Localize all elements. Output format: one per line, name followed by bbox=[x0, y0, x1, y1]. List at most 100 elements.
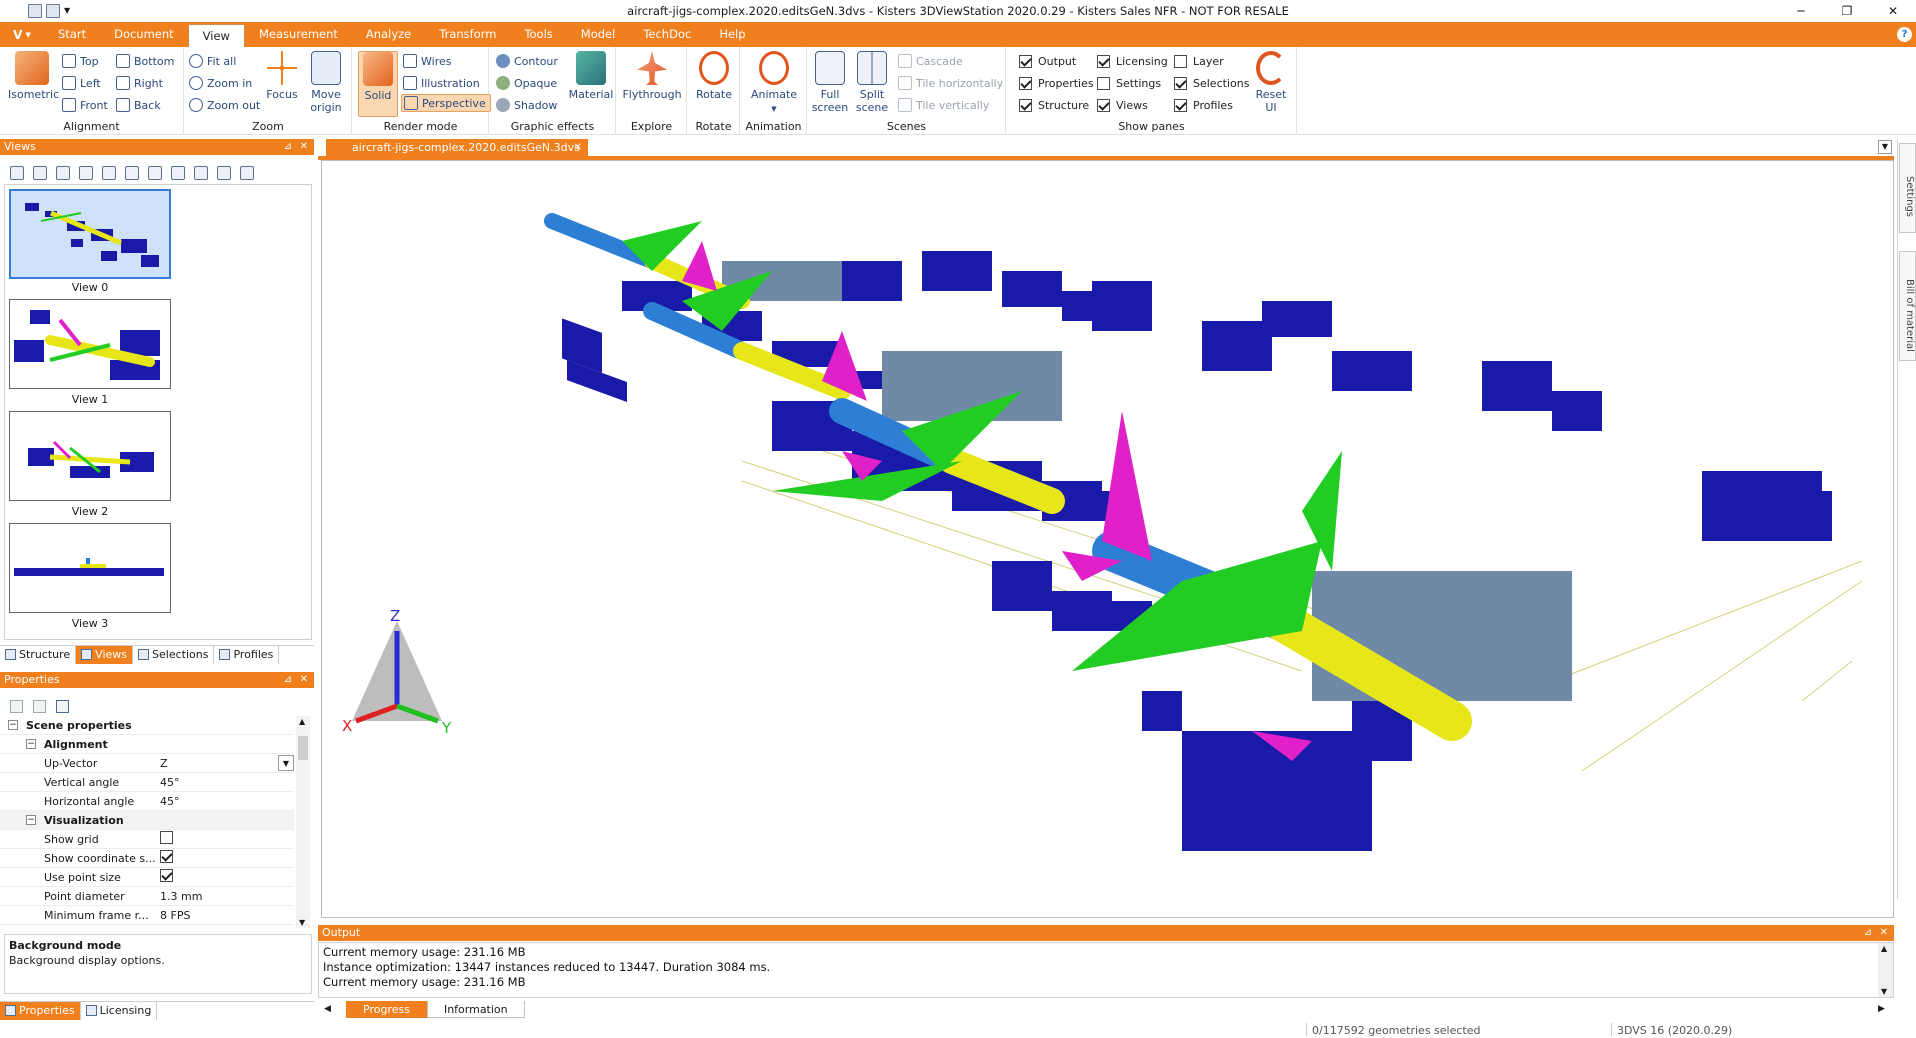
collapse-icon[interactable]: − bbox=[26, 815, 36, 825]
tab-view[interactable]: View bbox=[187, 24, 245, 47]
close-icon[interactable]: ✕ bbox=[300, 139, 308, 155]
pin-icon[interactable]: ⊿ bbox=[1864, 925, 1872, 941]
bill-of-material-side-tab[interactable]: Bill of material bbox=[1899, 251, 1916, 361]
top-view-button[interactable]: Top bbox=[62, 52, 99, 70]
views-checkbox[interactable]: Views bbox=[1097, 96, 1148, 114]
flythrough-button[interactable]: Flythrough bbox=[621, 51, 683, 101]
filter-icon[interactable] bbox=[56, 699, 69, 713]
tab-document[interactable]: Document bbox=[100, 22, 188, 47]
settings-checkbox[interactable]: Settings bbox=[1097, 74, 1161, 92]
left-view-button[interactable]: Left bbox=[62, 74, 101, 92]
right-view-button[interactable]: Right bbox=[116, 74, 163, 92]
licensing-checkbox[interactable]: Licensing bbox=[1097, 52, 1168, 70]
categorized-icon[interactable] bbox=[10, 699, 23, 713]
tabs-scroll-right-icon[interactable]: ▶ bbox=[1878, 1004, 1894, 1014]
tab-tools[interactable]: Tools bbox=[510, 22, 566, 47]
isometric-button[interactable]: Isometric bbox=[8, 51, 59, 101]
fit-all-button[interactable]: Fit all bbox=[189, 52, 236, 70]
front-view-button[interactable]: Front bbox=[62, 96, 108, 114]
view-thumbnail[interactable] bbox=[9, 523, 171, 613]
property-point-diameter[interactable]: Point diameter 1.3 mm bbox=[0, 887, 294, 906]
alphabetical-icon[interactable] bbox=[33, 699, 46, 713]
close-icon[interactable]: ✕ bbox=[574, 139, 582, 157]
view-thumbnail[interactable] bbox=[9, 299, 171, 389]
move-origin-button[interactable]: Move origin bbox=[303, 51, 349, 114]
illustration-button[interactable]: Illustration bbox=[403, 74, 480, 92]
tab-progress[interactable]: Progress bbox=[346, 1000, 427, 1018]
category-visualization[interactable]: − Visualization bbox=[0, 811, 294, 830]
restore-button[interactable]: ❐ bbox=[1824, 0, 1870, 22]
back-view-button[interactable]: Back bbox=[116, 96, 161, 114]
previous-view-icon[interactable] bbox=[102, 166, 116, 180]
view-thumbnail[interactable] bbox=[9, 411, 171, 501]
help-icon[interactable]: ? bbox=[1897, 27, 1912, 42]
property-vertical-angle[interactable]: Vertical angle 45° bbox=[0, 773, 294, 792]
solid-button[interactable]: Solid bbox=[358, 51, 398, 117]
full-screen-button[interactable]: Full screen bbox=[810, 51, 850, 114]
selections-checkbox[interactable]: Selections bbox=[1174, 74, 1249, 92]
animate-button[interactable]: Animate ▼ bbox=[750, 51, 798, 116]
perspective-button[interactable]: Perspective bbox=[401, 94, 491, 112]
properties-scrollbar[interactable]: ▲ ▼ bbox=[296, 716, 310, 928]
refresh-icon[interactable] bbox=[194, 166, 208, 180]
save-as-icon[interactable] bbox=[46, 4, 60, 18]
tile-vertically-button[interactable]: Tile vertically bbox=[898, 96, 989, 114]
scroll-down-icon[interactable]: ▼ bbox=[299, 918, 305, 927]
tabs-scroll-left-icon[interactable]: ◀ bbox=[318, 1004, 346, 1014]
pin-icon[interactable]: ⊿ bbox=[284, 672, 292, 688]
zoom-in-button[interactable]: Zoom in bbox=[189, 74, 252, 92]
wires-button[interactable]: Wires bbox=[403, 52, 451, 70]
tab-analyze[interactable]: Analyze bbox=[352, 22, 425, 47]
tab-profiles[interactable]: Profiles bbox=[214, 645, 280, 664]
3d-viewport[interactable]: Z X Y bbox=[321, 160, 1894, 918]
document-tab[interactable]: aircraft-jigs-complex.2020.editsGeN.3dvs… bbox=[326, 139, 588, 157]
output-checkbox[interactable]: Output bbox=[1019, 52, 1076, 70]
category-scene-properties[interactable]: − Scene properties bbox=[0, 716, 294, 735]
scrollbar-thumb[interactable] bbox=[298, 736, 308, 760]
settings-side-tab[interactable]: Settings bbox=[1899, 143, 1916, 233]
material-button[interactable]: Material bbox=[568, 51, 614, 101]
tab-selections[interactable]: Selections bbox=[133, 645, 215, 664]
focus-button[interactable]: Focus bbox=[262, 51, 302, 101]
tab-techdoc[interactable]: TechDoc bbox=[629, 22, 705, 47]
category-alignment[interactable]: − Alignment bbox=[0, 735, 294, 754]
export-view-icon[interactable] bbox=[217, 166, 231, 180]
tab-licensing[interactable]: Licensing bbox=[81, 1001, 158, 1020]
view-thumbnail[interactable] bbox=[9, 189, 171, 279]
close-button[interactable]: ✕ bbox=[1870, 0, 1916, 22]
fit-view-icon[interactable] bbox=[240, 166, 254, 180]
opaque-button[interactable]: Opaque bbox=[496, 74, 557, 92]
delete-view-icon[interactable] bbox=[79, 166, 93, 180]
profiles-checkbox[interactable]: Profiles bbox=[1174, 96, 1233, 114]
split-scene-button[interactable]: Split scene bbox=[852, 51, 892, 114]
property-show-grid[interactable]: Show grid bbox=[0, 830, 294, 849]
collapse-icon[interactable]: − bbox=[26, 739, 36, 749]
save-icon[interactable] bbox=[28, 4, 42, 18]
property-use-point-size[interactable]: Use point size bbox=[0, 868, 294, 887]
scroll-up-icon[interactable]: ▲ bbox=[299, 717, 305, 726]
document-list-dropdown[interactable]: ▼ bbox=[1878, 140, 1892, 154]
scroll-up-icon[interactable]: ▲ bbox=[1881, 944, 1887, 953]
next-view-icon[interactable] bbox=[148, 166, 162, 180]
properties-checkbox[interactable]: Properties bbox=[1019, 74, 1094, 92]
layer-checkbox[interactable]: Layer bbox=[1174, 52, 1224, 70]
dropdown-icon[interactable]: ▼ bbox=[278, 755, 294, 771]
tab-information[interactable]: Information bbox=[426, 1000, 525, 1018]
tab-transform[interactable]: Transform bbox=[425, 22, 510, 47]
tile-horizontally-button[interactable]: Tile horizontally bbox=[898, 74, 1003, 92]
contour-button[interactable]: Contour bbox=[496, 52, 558, 70]
reset-ui-button[interactable]: Reset UI bbox=[1249, 51, 1293, 114]
update-view-icon[interactable] bbox=[56, 166, 70, 180]
shadow-button[interactable]: Shadow bbox=[496, 96, 557, 114]
add-view-icon[interactable] bbox=[33, 166, 47, 180]
cascade-button[interactable]: Cascade bbox=[898, 52, 963, 70]
structure-checkbox[interactable]: Structure bbox=[1019, 96, 1089, 114]
scroll-down-icon[interactable]: ▼ bbox=[1881, 987, 1887, 996]
home-icon[interactable] bbox=[10, 166, 24, 180]
show-grid-checkbox[interactable] bbox=[160, 831, 173, 844]
tab-help[interactable]: Help bbox=[705, 22, 759, 47]
property-show-coordinate-system[interactable]: Show coordinate s... bbox=[0, 849, 294, 868]
scene-canvas[interactable]: Z X Y bbox=[322, 161, 1894, 918]
tab-views[interactable]: Views bbox=[76, 645, 134, 664]
tab-start[interactable]: Start bbox=[44, 22, 100, 47]
